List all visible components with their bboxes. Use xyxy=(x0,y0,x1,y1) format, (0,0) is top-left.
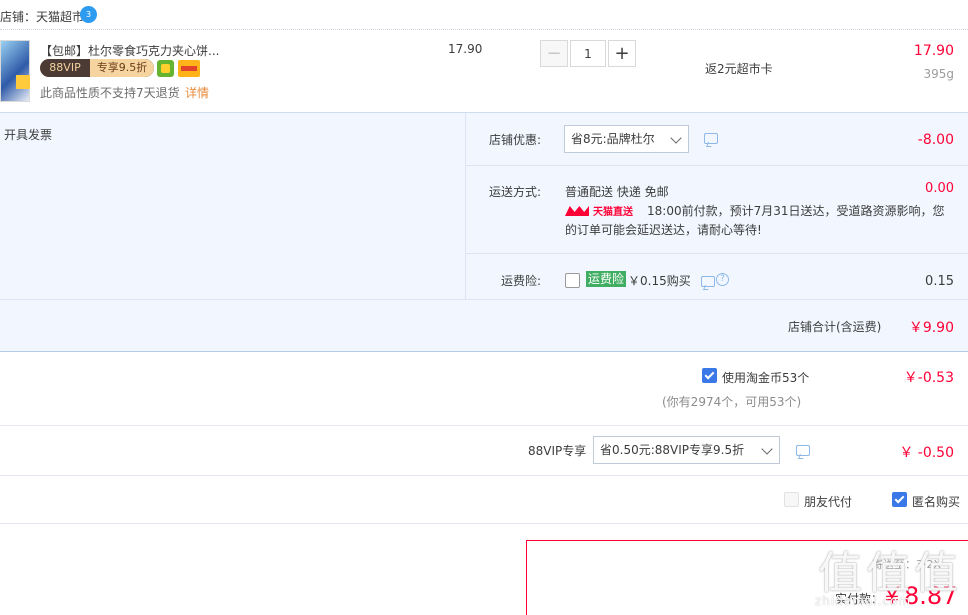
anonymous-checkbox[interactable] xyxy=(892,492,907,507)
anonymous-label[interactable]: 匿名购买 xyxy=(912,493,960,510)
thumbnail-tag-icon xyxy=(16,75,30,89)
watermark-logo: 值值值 xyxy=(818,548,962,599)
store-discount-select[interactable]: 省8元:品牌杜尔 xyxy=(564,125,689,153)
insurance-amount: 0.15 xyxy=(925,274,954,289)
chevron-down-icon xyxy=(761,443,773,455)
shipping-amount: 0.00 xyxy=(925,181,954,196)
insurance-label: 运费险: xyxy=(501,274,542,288)
store-header xyxy=(0,0,968,30)
use-coins-checkbox[interactable] xyxy=(702,368,717,383)
row-divider xyxy=(0,523,968,524)
coins-amount: ￥-0.53 xyxy=(903,370,954,386)
shipping-eta-note: 18:00前付款，预计7月31日送达，受道路资源影响，您 xyxy=(647,204,945,218)
shipping-method: 普通配送 快递 免邮 xyxy=(565,185,669,199)
store-total-label: 店铺合计(含运费) xyxy=(788,320,882,334)
shipping-delay-note: 的订单可能会延迟送达，请耐心等待! xyxy=(565,223,762,237)
friend-pay-label[interactable]: 朋友代付 xyxy=(804,493,852,510)
insurance-tag: 运费险 xyxy=(586,271,627,287)
store-discount-label: 店铺优惠: xyxy=(489,133,542,147)
row-divider xyxy=(0,475,968,476)
store-name[interactable]: 店铺：天猫超市 xyxy=(0,8,84,25)
coins-available: (你有2974个，可用53个) xyxy=(662,395,802,409)
panel-divider xyxy=(465,113,466,299)
invoice-option[interactable]: 开具发票 xyxy=(4,126,52,143)
product-thumbnail[interactable] xyxy=(0,40,30,102)
quantity-input[interactable] xyxy=(570,40,606,67)
message-icon[interactable] xyxy=(796,445,810,456)
tmall-direct-text: 天猫直送 xyxy=(593,207,633,218)
row-divider xyxy=(465,165,968,166)
help-icon[interactable]: ? xyxy=(716,273,729,286)
unit-price: 17.90 xyxy=(448,42,483,56)
tmall-cat-icon xyxy=(565,206,589,216)
supermarket-card-rebate: 返2元超市卡 xyxy=(705,62,773,76)
quantity-decrease-button[interactable]: − xyxy=(540,40,568,67)
message-icon[interactable] xyxy=(701,276,715,287)
vip-badge-discount: 专享9.5折 xyxy=(90,59,154,77)
vip-label: 88VIP专享 xyxy=(528,444,587,458)
watermark-url: zhidemai.com xyxy=(815,594,912,608)
service-icon[interactable] xyxy=(157,60,174,77)
message-icon[interactable] xyxy=(704,133,718,144)
row-divider xyxy=(0,299,968,300)
vip-discount-selected: 省0.50元:88VIP专享9.5折 xyxy=(600,443,745,457)
store-total-amount: ￥9.90 xyxy=(908,320,954,336)
vip-badge-label: 88VIP xyxy=(49,61,81,74)
insurance-price: ￥0.15购买 xyxy=(628,274,691,288)
no-return-notice: 此商品性质不支持7天退货 xyxy=(40,86,180,100)
item-total-price: 17.90 xyxy=(913,43,954,59)
use-coins-label[interactable]: 使用淘金币53个 xyxy=(722,369,809,386)
shipping-label: 运送方式: xyxy=(489,185,542,199)
store-discount-amount: -8.00 xyxy=(917,132,954,148)
tmall-direct-logo: 天猫直送 xyxy=(565,203,643,218)
detail-link[interactable]: 详情 xyxy=(185,84,209,101)
card-icon[interactable] xyxy=(178,60,200,77)
store-discount-selected: 省8元:品牌杜尔 xyxy=(571,132,655,146)
product-title-link[interactable]: 【包邮】杜尔零食巧克力夹心饼... xyxy=(40,42,219,59)
insurance-checkbox[interactable] xyxy=(565,273,580,288)
chevron-down-icon xyxy=(670,132,682,144)
friend-pay-checkbox[interactable] xyxy=(784,492,799,507)
vip-discount-badge: 88VIP 专享9.5折 xyxy=(40,59,154,77)
row-divider xyxy=(0,425,968,426)
row-divider xyxy=(465,253,968,254)
wangwang-chat-icon[interactable]: 3 xyxy=(80,6,97,23)
quantity-increase-button[interactable]: + xyxy=(608,40,636,67)
vip-discount-select[interactable]: 省0.50元:88VIP专享9.5折 xyxy=(593,436,780,464)
item-weight: 395g xyxy=(923,67,954,81)
vip-discount-amount: ￥ -0.50 xyxy=(899,445,954,461)
order-options-panel xyxy=(0,112,968,352)
